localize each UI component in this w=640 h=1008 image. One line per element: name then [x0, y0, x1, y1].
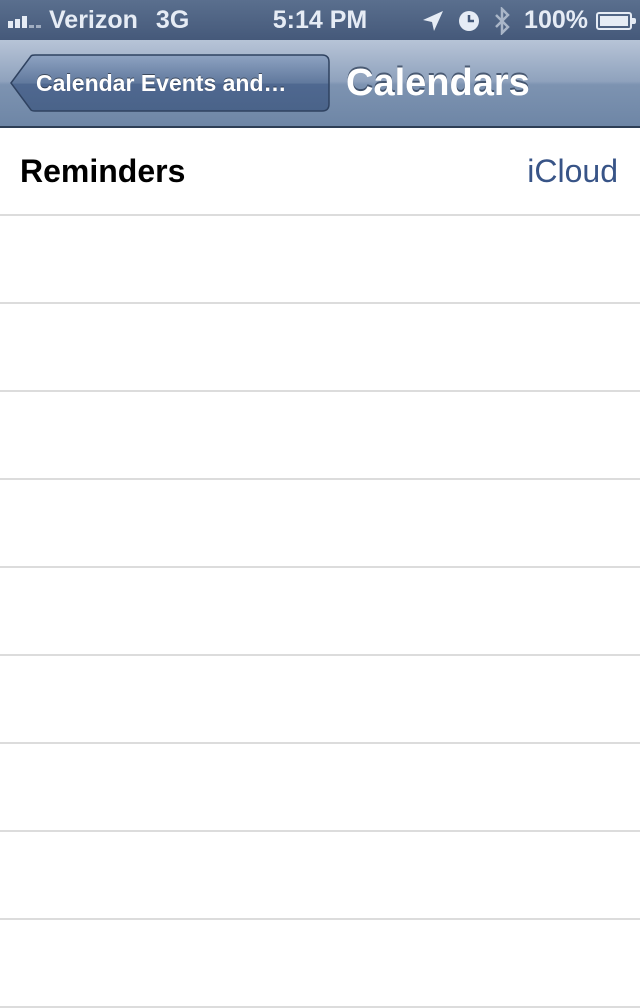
bluetooth-icon [494, 6, 510, 35]
location-arrow-icon [422, 10, 444, 32]
table-row [0, 920, 640, 1008]
alarm-clock-icon [458, 10, 480, 32]
table-row [0, 568, 640, 656]
table-row [0, 744, 640, 832]
navigation-bar: Calendar Events and… Calendars [0, 40, 640, 128]
page-title: Calendars [346, 62, 530, 104]
status-bar: Verizon 3G 5:14 PM 100% [0, 0, 640, 40]
calendar-list: Reminders iCloud [0, 128, 640, 1008]
table-row[interactable]: Reminders iCloud [0, 128, 640, 216]
battery-charging-icon [596, 11, 636, 30]
row-detail: iCloud [527, 153, 618, 189]
table-row [0, 832, 640, 920]
table-row [0, 656, 640, 744]
table-row [0, 392, 640, 480]
table-row [0, 480, 640, 568]
battery-percent: 100% [524, 6, 588, 34]
table-row [0, 304, 640, 392]
table-row [0, 216, 640, 304]
back-button-label: Calendar Events and… [36, 70, 287, 96]
back-button[interactable]: Calendar Events and… [10, 54, 330, 112]
row-title: Reminders [20, 153, 186, 189]
